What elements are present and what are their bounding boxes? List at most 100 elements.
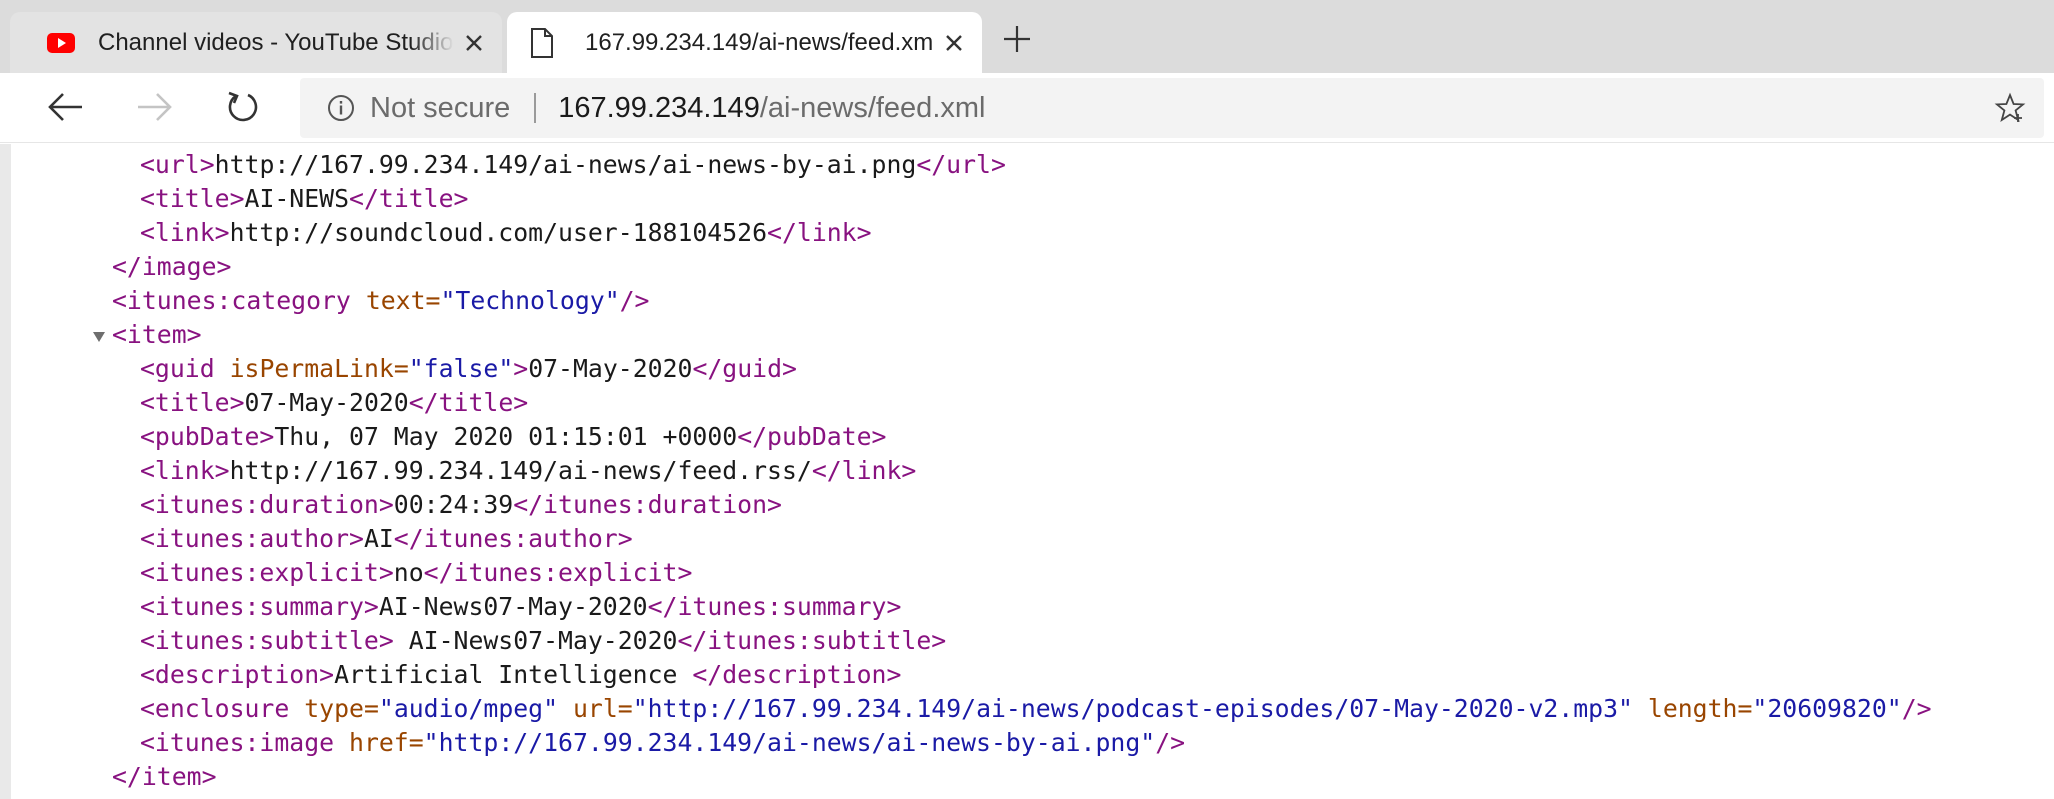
close-tab-icon[interactable]	[454, 23, 494, 63]
xml-tag: <item>	[112, 320, 202, 349]
xml-line: <itunes:summary>AI-News07-May-2020</itun…	[140, 590, 901, 624]
xml-line: <enclosure type="audio/mpeg" url="http:/…	[140, 692, 1932, 726]
xml-tag: >	[513, 354, 529, 383]
tab-title: 167.99.234.149/ai-news/feed.xml	[585, 28, 934, 56]
xml-attribute: type=	[304, 694, 379, 723]
xml-line: <title>AI-NEWS</title>	[140, 182, 468, 216]
xml-line: <link>http://soundcloud.com/user-1881045…	[140, 216, 872, 250]
refresh-button[interactable]	[217, 83, 269, 135]
url-path[interactable]: /ai-news/feed.xml	[760, 92, 986, 125]
xml-line: </image>	[112, 250, 231, 284]
xml-attribute: href=	[349, 728, 424, 757]
xml-text: AI-News07-May-2020	[378, 592, 648, 621]
xml-text: Thu, 07 May 2020 01:15:01 +0000	[274, 422, 738, 451]
back-button[interactable]	[40, 83, 92, 135]
xml-tag: <itunes:explicit>	[140, 558, 394, 587]
xml-tag: />	[1901, 694, 1932, 723]
xml-tag: <itunes:duration>	[140, 490, 394, 519]
xml-tag: </title>	[349, 184, 469, 213]
xml-text: AI-NEWS	[244, 184, 350, 213]
xml-text: 00:24:39	[393, 490, 514, 519]
page-icon	[527, 27, 557, 58]
xml-line: <itunes:explicit>no</itunes:explicit>	[140, 556, 692, 590]
xml-text: AI-News07-May-2020	[393, 626, 678, 655]
xml-tag: </description>	[692, 660, 902, 689]
xml-line: </item>	[112, 760, 217, 794]
tab-title: Channel videos - YouTube Studio	[98, 28, 454, 56]
xml-tag: </guid>	[692, 354, 797, 383]
xml-tag: <itunes:author>	[140, 524, 364, 553]
xml-line: <title>07-May-2020</title>	[140, 386, 528, 420]
xml-attribute-value: "20609820"	[1752, 694, 1902, 723]
xml-line: <guid isPermaLink="false">07-May-2020</g…	[140, 352, 797, 386]
xml-attribute: url=	[572, 694, 633, 723]
xml-attribute-value: "audio/mpeg"	[378, 694, 559, 723]
xml-viewer: <url>http://167.99.234.149/ai-news/ai-ne…	[0, 144, 2054, 799]
xml-tag: </itunes:author>	[393, 524, 633, 553]
forward-button[interactable]	[128, 83, 180, 135]
xml-attribute-value: "http://167.99.234.149/ai-news/podcast-e…	[632, 694, 1633, 723]
xml-tag: </link>	[811, 456, 917, 485]
xml-tag: </url>	[916, 150, 1006, 179]
security-label[interactable]: Not secure	[370, 92, 510, 125]
page-edge	[0, 144, 11, 799]
xml-tag: <link>	[140, 456, 230, 485]
xml-line: <itunes:subtitle> AI-News07-May-2020</it…	[140, 624, 946, 658]
xml-line: <itunes:duration>00:24:39</itunes:durati…	[140, 488, 782, 522]
xml-tag: <pubDate>	[140, 422, 275, 451]
xml-tag: </itunes:explicit>	[423, 558, 693, 587]
refresh-icon	[226, 90, 260, 129]
address-bar[interactable]: Not secure 167.99.234.149/ai-news/feed.x…	[300, 78, 2044, 138]
xml-line: <item>	[112, 318, 202, 352]
xml-text: AI	[363, 524, 394, 553]
xml-tag: </itunes:subtitle>	[677, 626, 947, 655]
xml-tag: <itunes:subtitle>	[140, 626, 394, 655]
plus-icon	[1003, 25, 1031, 58]
xml-tag: />	[1155, 728, 1186, 757]
divider	[534, 93, 537, 123]
xml-tag: <link>	[140, 218, 230, 247]
xml-tag: </image>	[112, 252, 232, 281]
xml-attribute-value: "false"	[408, 354, 514, 383]
xml-attribute-value: "http://167.99.234.149/ai-news/ai-news-b…	[423, 728, 1156, 757]
tab-strip: Channel videos - YouTube Studio 167.99.2…	[0, 0, 2054, 73]
xml-tag: <title>	[140, 184, 245, 213]
xml-tag: </itunes:summary>	[647, 592, 902, 621]
info-icon[interactable]	[326, 93, 356, 123]
xml-tag: <guid	[140, 354, 215, 383]
arrow-left-icon	[48, 92, 84, 127]
xml-line: <link>http://167.99.234.149/ai-news/feed…	[140, 454, 916, 488]
favorite-star-icon[interactable]	[1992, 90, 2028, 126]
browser-toolbar: Not secure 167.99.234.149/ai-news/feed.x…	[0, 73, 2054, 143]
xml-line: <itunes:image href="http://167.99.234.14…	[140, 726, 1185, 760]
close-tab-icon[interactable]	[934, 23, 974, 63]
xml-text: http://167.99.234.149/ai-news/feed.rss/	[229, 456, 812, 485]
xml-line: <description>Artificial Intelligence </d…	[140, 658, 901, 692]
xml-text: http://soundcloud.com/user-188104526	[229, 218, 768, 247]
xml-tag: <itunes:summary>	[140, 592, 379, 621]
xml-line: <url>http://167.99.234.149/ai-news/ai-ne…	[140, 148, 1006, 182]
xml-tag: </title>	[408, 388, 529, 417]
new-tab-button[interactable]	[994, 18, 1040, 64]
xml-line: <itunes:author>AI</itunes:author>	[140, 522, 633, 556]
tab-youtube-studio[interactable]: Channel videos - YouTube Studio	[10, 12, 502, 73]
xml-attribute: isPermaLink=	[229, 354, 409, 383]
xml-attribute: length=	[1647, 694, 1753, 723]
xml-tag: </itunes:duration>	[513, 490, 782, 519]
xml-tag: <enclosure	[140, 694, 290, 723]
collapse-triangle-icon[interactable]	[90, 328, 108, 346]
xml-tag: <itunes:category	[112, 286, 351, 315]
xml-attribute-value: "Technology"	[440, 286, 620, 315]
tab-feed-xml[interactable]: 167.99.234.149/ai-news/feed.xml	[507, 12, 982, 73]
arrow-right-icon	[136, 92, 172, 127]
xml-tag: <title>	[140, 388, 245, 417]
xml-line: <itunes:category text="Technology"/>	[112, 284, 649, 318]
xml-tag: </item>	[112, 762, 217, 791]
xml-tag: <itunes:image	[140, 728, 335, 757]
xml-text: no	[393, 558, 424, 587]
xml-attribute: text=	[365, 286, 441, 315]
xml-text: 07-May-2020	[244, 388, 409, 417]
xml-text: 07-May-2020	[528, 354, 693, 383]
url-host[interactable]: 167.99.234.149	[558, 92, 760, 125]
xml-line: <pubDate>Thu, 07 May 2020 01:15:01 +0000…	[140, 420, 886, 454]
